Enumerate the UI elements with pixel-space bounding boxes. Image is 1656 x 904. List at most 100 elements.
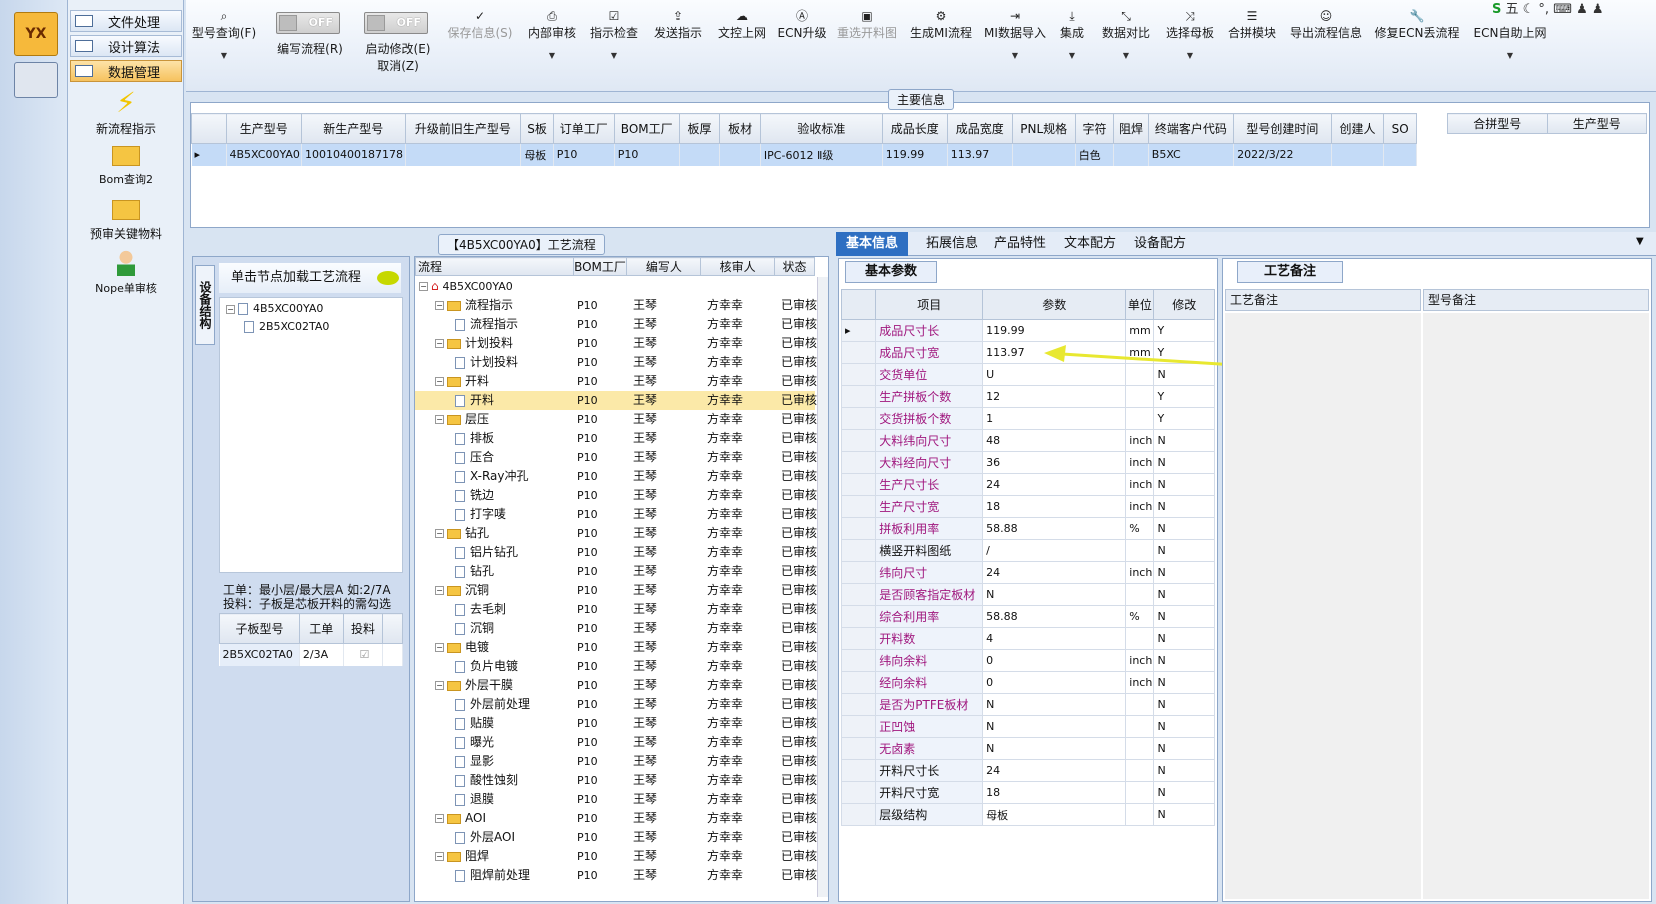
- row-header[interactable]: [840, 561, 877, 584]
- cell[interactable]: 白色: [1075, 143, 1115, 166]
- tree-row[interactable]: 压合 P10 王琴 方幸幸 已审核: [415, 448, 817, 467]
- nav-tool-bom[interactable]: Bom查询2: [68, 146, 184, 187]
- col-header[interactable]: S板: [520, 113, 554, 144]
- cell[interactable]: P10: [614, 143, 680, 166]
- col-header[interactable]: PNL规格: [1011, 113, 1076, 144]
- param-v-cell[interactable]: 0: [982, 671, 1127, 694]
- tree-row[interactable]: 酸性蚀刻 P10 王琴 方幸幸 已审核: [415, 771, 817, 790]
- col-header[interactable]: 阻焊: [1113, 113, 1149, 144]
- param-v-cell[interactable]: 24: [982, 759, 1127, 782]
- param-u-cell[interactable]: [1125, 627, 1155, 650]
- param-v-cell[interactable]: 36: [982, 451, 1127, 474]
- tree-row[interactable]: − 层压 P10 王琴 方幸幸 已审核: [415, 410, 817, 429]
- param-v-cell[interactable]: /: [982, 539, 1127, 562]
- tree-row[interactable]: − 外层干膜 P10 王琴 方幸幸 已审核: [415, 676, 817, 695]
- row-header[interactable]: [840, 693, 877, 716]
- param-m-cell[interactable]: Y: [1153, 385, 1215, 408]
- row-header[interactable]: [840, 385, 877, 408]
- basic-params-tab[interactable]: 基本参数: [845, 261, 937, 283]
- ime-s-icon[interactable]: S: [1492, 2, 1501, 17]
- cell[interactable]: [719, 143, 761, 166]
- col-header[interactable]: 订单工厂: [552, 113, 615, 144]
- table-row[interactable]: 2B5XC02TA0 2/3A ☑: [219, 643, 403, 666]
- row-header[interactable]: [840, 473, 877, 496]
- model-remark-area[interactable]: [1423, 313, 1649, 899]
- col-header[interactable]: 子板型号: [219, 613, 300, 644]
- param-m-cell[interactable]: N: [1153, 671, 1215, 694]
- table-row[interactable]: 大料纬向尺寸 48 inch N: [840, 429, 1215, 452]
- generate-mi-flow-button[interactable]: ⚙ 生成MI流程: [904, 8, 978, 41]
- param-u-cell[interactable]: inch: [1125, 473, 1155, 496]
- param-v-cell[interactable]: N: [982, 737, 1127, 760]
- tree-row[interactable]: − 流程指示 P10 王琴 方幸幸 已审核: [415, 296, 817, 315]
- row-header[interactable]: [840, 671, 877, 694]
- row-header[interactable]: [840, 803, 877, 826]
- table-row[interactable]: 拼板利用率 58.88% N: [840, 517, 1215, 540]
- row-header[interactable]: [840, 407, 877, 430]
- param-u-cell[interactable]: inch: [1125, 451, 1155, 474]
- table-row[interactable]: 纬向余料 0 inch N: [840, 649, 1215, 672]
- param-u-cell[interactable]: [1125, 693, 1155, 716]
- row-header[interactable]: ▸: [840, 319, 877, 342]
- tree-row[interactable]: − 阻焊 P10 王琴 方幸幸 已审核: [415, 847, 817, 866]
- tree-row[interactable]: 排板 P10 王琴 方幸幸 已审核: [415, 429, 817, 448]
- ecn-upgrade-button[interactable]: Ⓐ ECN升级: [774, 8, 830, 41]
- reselect-cutting-button[interactable]: ▣ 重选开料图: [830, 8, 904, 41]
- param-m-cell[interactable]: N: [1153, 737, 1215, 760]
- col-header[interactable]: 编写人: [626, 257, 702, 276]
- tree-row[interactable]: 打字唛 P10 王琴 方幸幸 已审核: [415, 505, 817, 524]
- col-header[interactable]: 核审人: [700, 257, 776, 276]
- col-header[interactable]: 工单: [298, 613, 344, 644]
- tree-row[interactable]: 退膜 P10 王琴 方幸幸 已审核: [415, 790, 817, 809]
- param-m-cell[interactable]: N: [1153, 451, 1215, 474]
- table-row[interactable]: 横竖开料图纸 / N: [840, 539, 1215, 562]
- col-header[interactable]: 合拼型号: [1447, 113, 1548, 134]
- nav-tool-nope[interactable]: Nope单审核: [68, 250, 184, 296]
- tree-row[interactable]: 显影 P10 王琴 方幸幸 已审核: [415, 752, 817, 771]
- param-m-cell[interactable]: N: [1153, 561, 1215, 584]
- tab-basic-info[interactable]: 基本信息: [836, 232, 909, 256]
- cell[interactable]: 119.99: [882, 143, 948, 166]
- param-v-cell[interactable]: 18: [982, 495, 1127, 518]
- tree-row[interactable]: 钻孔 P10 王琴 方幸幸 已审核: [415, 562, 817, 581]
- row-header[interactable]: [840, 737, 877, 760]
- table-row[interactable]: 是否顾客指定板材 N N: [840, 583, 1215, 606]
- table-row[interactable]: 生产尺寸宽 18 inch N: [840, 495, 1215, 518]
- cell[interactable]: P10: [553, 143, 615, 166]
- cell[interactable]: 2/3A: [299, 643, 344, 666]
- row-header[interactable]: [840, 341, 877, 364]
- tree-row[interactable]: − 沉铜 P10 王琴 方幸幸 已审核: [415, 581, 817, 600]
- param-m-cell[interactable]: N: [1153, 583, 1215, 606]
- param-m-cell[interactable]: N: [1153, 781, 1215, 804]
- row-header[interactable]: [840, 715, 877, 738]
- cancel-label[interactable]: 取消(Z): [354, 57, 442, 74]
- param-v-cell[interactable]: 24: [982, 473, 1127, 496]
- row-header[interactable]: [840, 517, 877, 540]
- export-flow-button[interactable]: ☺ 导出流程信息: [1282, 8, 1370, 41]
- select-mother-board-button[interactable]: ⤨ 选择母板 ▼: [1158, 8, 1222, 60]
- mi-import-button[interactable]: ⇥ MI数据导入 ▼: [978, 8, 1052, 60]
- param-u-cell[interactable]: inch: [1125, 495, 1155, 518]
- tree-row[interactable]: − AOI P10 王琴 方幸幸 已审核: [415, 809, 817, 828]
- param-u-cell[interactable]: [1125, 715, 1155, 738]
- process-remark-area[interactable]: [1225, 313, 1421, 899]
- col-header[interactable]: 创建人: [1330, 113, 1385, 144]
- tree-node[interactable]: 2B5XC02TA0: [244, 320, 329, 333]
- row-header[interactable]: [840, 605, 877, 628]
- param-v-cell[interactable]: N: [982, 583, 1127, 606]
- col-header[interactable]: 成品长度: [881, 113, 948, 144]
- col-header[interactable]: 字符: [1074, 113, 1115, 144]
- row-header[interactable]: [840, 363, 877, 386]
- tree-row[interactable]: 计划投料 P10 王琴 方幸幸 已审核: [415, 353, 817, 372]
- col-header[interactable]: 终端客户代码: [1147, 113, 1235, 144]
- param-u-cell[interactable]: inch: [1125, 429, 1155, 452]
- merge-module-button[interactable]: ☰ 合拼模块: [1222, 8, 1282, 41]
- vertical-scrollbar[interactable]: [817, 277, 828, 897]
- param-m-cell[interactable]: Y: [1153, 407, 1215, 430]
- param-u-cell[interactable]: inch: [1125, 561, 1155, 584]
- calculator-icon[interactable]: [14, 62, 58, 98]
- table-row[interactable]: 生产拼板个数 12 Y: [840, 385, 1215, 408]
- cell[interactable]: [405, 143, 522, 166]
- param-v-cell[interactable]: 12: [982, 385, 1127, 408]
- tree-row[interactable]: 贴膜 P10 王琴 方幸幸 已审核: [415, 714, 817, 733]
